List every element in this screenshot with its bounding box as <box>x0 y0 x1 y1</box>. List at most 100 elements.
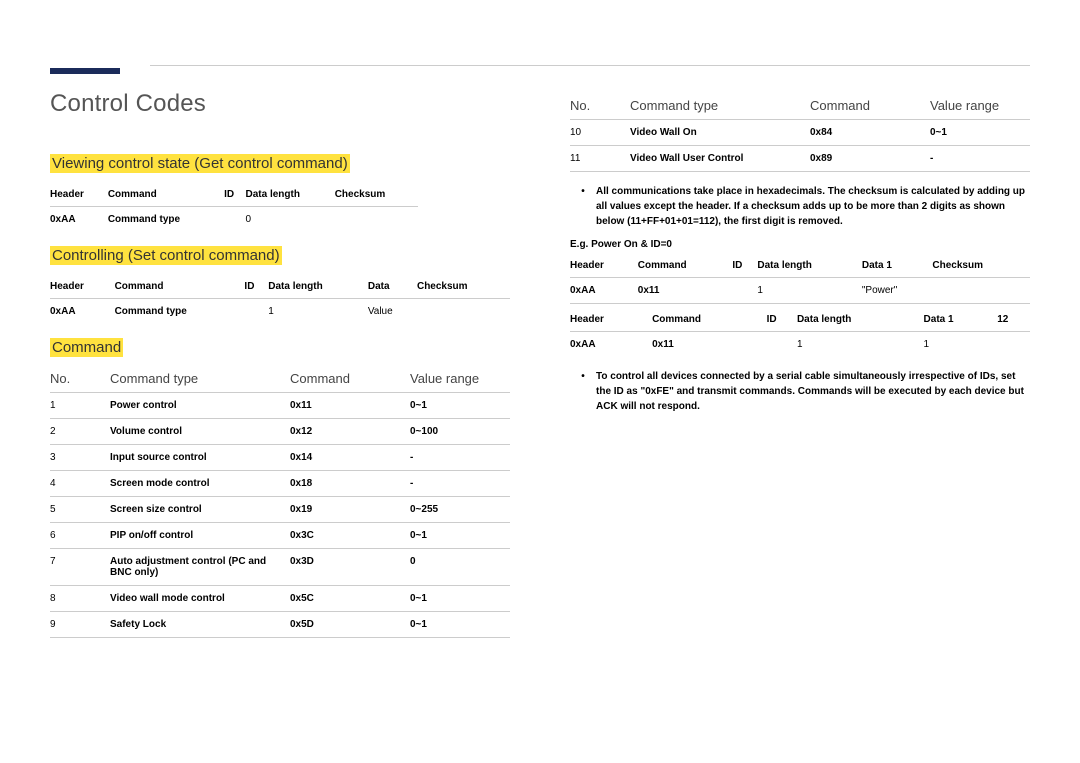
th: Data length <box>757 254 862 278</box>
cell-no: 4 <box>50 471 110 497</box>
cell-no: 10 <box>570 120 630 146</box>
controlling-table: Header Command ID Data length Data Check… <box>50 275 510 324</box>
viewing-table: Header Command ID Data length Checksum 0… <box>50 183 418 232</box>
cell-range: - <box>410 471 510 497</box>
cell-command: 0x11 <box>290 393 410 419</box>
cell-range: 0~1 <box>410 393 510 419</box>
note-checksum: • All communications take place in hexad… <box>570 184 1030 229</box>
th: Data length <box>797 308 924 332</box>
divider-line <box>150 65 1030 66</box>
table-row: 5Screen size control0x190~255 <box>50 497 510 523</box>
col-no: No. <box>50 371 110 386</box>
th: Data 1 <box>924 308 998 332</box>
th: Command <box>115 275 245 299</box>
bullet-icon: • <box>570 184 596 229</box>
th: Header <box>50 275 115 299</box>
cell-type: Screen mode control <box>110 471 290 497</box>
th: ID <box>244 275 268 299</box>
th: ID <box>732 254 757 278</box>
td: 0xAA <box>50 207 108 233</box>
example-table-b: Header Command ID Data length Data 1 12 … <box>570 308 1030 357</box>
th: Checksum <box>335 183 418 207</box>
th: Data length <box>246 183 335 207</box>
note-text: To control all devices connected by a se… <box>596 369 1030 414</box>
table-row: 8Video wall mode control0x5C0~1 <box>50 586 510 612</box>
header-rule <box>50 62 1030 70</box>
cell-command: 0x84 <box>810 120 930 146</box>
cell-command: 0x12 <box>290 419 410 445</box>
td <box>417 299 510 325</box>
table-header-row: Header Command ID Data length Data 1 Che… <box>570 254 1030 278</box>
th: Checksum <box>417 275 510 299</box>
td: Command type <box>115 299 245 325</box>
cell-type: Power control <box>110 393 290 419</box>
table-header-row: Header Command ID Data length Data 1 12 <box>570 308 1030 332</box>
cell-command: 0x5D <box>290 612 410 638</box>
page-content: Control Codes Viewing control state (Get… <box>50 90 1030 733</box>
cell-range: 0~100 <box>410 419 510 445</box>
col-command: Command <box>810 98 930 113</box>
table-row: 1Power control0x110~1 <box>50 393 510 419</box>
right-column: No. Command type Command Value range 10V… <box>570 90 1030 733</box>
table-row: 10Video Wall On0x840~1 <box>570 120 1030 146</box>
col-range: Value range <box>930 98 1030 113</box>
table-row: 2Volume control0x120~100 <box>50 419 510 445</box>
cell-range: 0~1 <box>930 120 1030 146</box>
col-range: Value range <box>410 371 510 386</box>
table-row: 0xAA Command type 0 <box>50 207 418 233</box>
td: 1 <box>797 332 924 358</box>
command-table-header: No. Command type Command Value range <box>50 363 510 393</box>
td: 0x11 <box>652 332 767 358</box>
td: "Power" <box>862 278 933 304</box>
td: 0 <box>246 207 335 233</box>
th: Data <box>368 275 417 299</box>
th: Command <box>652 308 767 332</box>
td <box>335 207 418 233</box>
table-row: 3Input source control0x14- <box>50 445 510 471</box>
page-title: Control Codes <box>50 90 510 118</box>
col-no: No. <box>570 98 630 113</box>
td <box>224 207 245 233</box>
cell-no: 7 <box>50 549 110 586</box>
table-row: 0xAA 0x11 1 "Power" <box>570 278 1030 304</box>
cell-no: 9 <box>50 612 110 638</box>
cell-type: Screen size control <box>110 497 290 523</box>
th: Header <box>50 183 108 207</box>
table-header-row: Header Command ID Data length Checksum <box>50 183 418 207</box>
th: Header <box>570 254 638 278</box>
cell-type: Volume control <box>110 419 290 445</box>
td <box>767 332 797 358</box>
td: Command type <box>108 207 224 233</box>
command-table-header-right: No. Command type Command Value range <box>570 90 1030 120</box>
col-command: Command <box>290 371 410 386</box>
command-list-left: 1Power control0x110~12Volume control0x12… <box>50 393 510 638</box>
th: Checksum <box>932 254 1030 278</box>
th: ID <box>767 308 797 332</box>
cell-command: 0x18 <box>290 471 410 497</box>
cell-range: 0~1 <box>410 612 510 638</box>
cell-command: 0x19 <box>290 497 410 523</box>
col-type: Command type <box>630 98 810 113</box>
cell-command: 0x14 <box>290 445 410 471</box>
th: Header <box>570 308 652 332</box>
cell-command: 0x3D <box>290 549 410 586</box>
cell-no: 3 <box>50 445 110 471</box>
cell-type: Safety Lock <box>110 612 290 638</box>
cell-type: Video wall mode control <box>110 586 290 612</box>
cell-no: 8 <box>50 586 110 612</box>
example-table-a: Header Command ID Data length Data 1 Che… <box>570 254 1030 304</box>
table-header-row: Header Command ID Data length Data Check… <box>50 275 510 299</box>
cell-no: 6 <box>50 523 110 549</box>
td <box>932 278 1030 304</box>
th: ID <box>224 183 245 207</box>
td: 0x11 <box>638 278 733 304</box>
cell-no: 5 <box>50 497 110 523</box>
cell-range: 0 <box>410 549 510 586</box>
th: Data length <box>268 275 368 299</box>
td: 1 <box>924 332 998 358</box>
left-column: Control Codes Viewing control state (Get… <box>50 90 510 733</box>
bullet-icon: • <box>570 369 596 414</box>
th: 12 <box>997 308 1030 332</box>
section-controlling: Controlling (Set control command) <box>50 246 282 265</box>
example-label: E.g. Power On & ID=0 <box>570 239 1030 250</box>
